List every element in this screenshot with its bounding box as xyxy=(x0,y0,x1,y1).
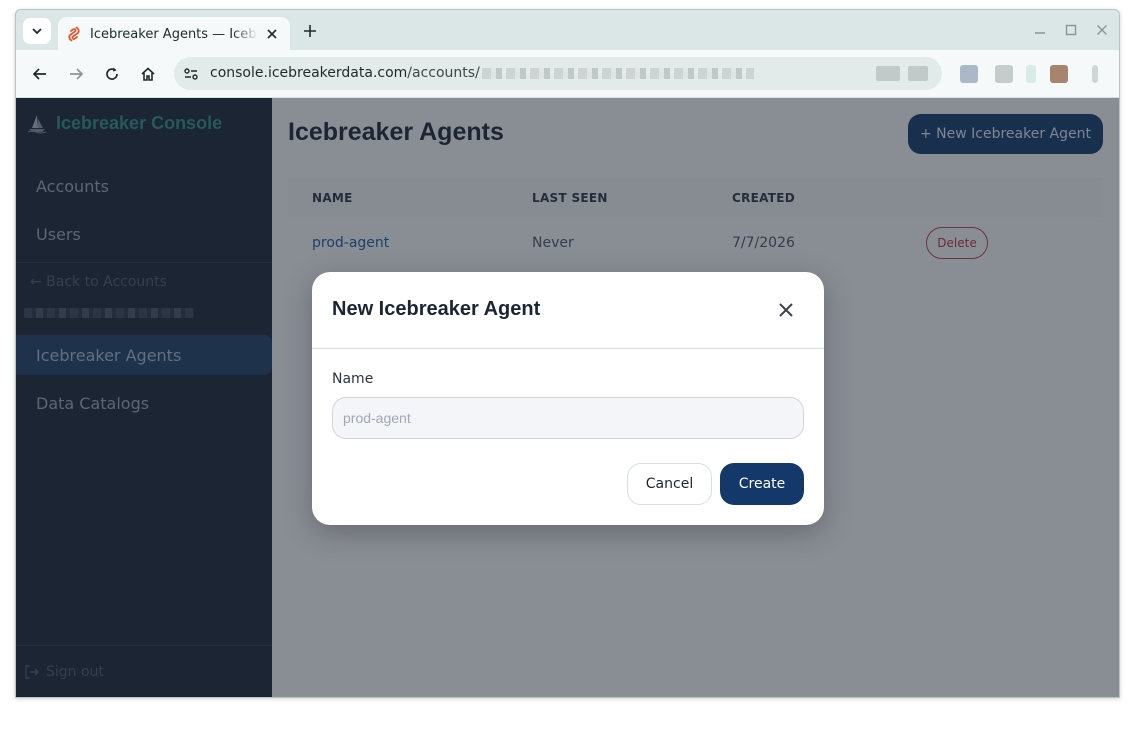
redacted-url-segment xyxy=(481,67,754,79)
maximize-icon[interactable] xyxy=(1063,22,1079,38)
modal-backdrop[interactable]: New Icebreaker Agent Name Cancel Create xyxy=(16,98,1119,697)
new-agent-dialog: New Icebreaker Agent Name Cancel Create xyxy=(312,272,824,525)
profile-avatar[interactable] xyxy=(1050,65,1068,83)
back-arrow-icon[interactable] xyxy=(30,64,50,84)
cancel-button[interactable]: Cancel xyxy=(627,463,712,505)
create-button[interactable]: Create xyxy=(720,463,804,505)
browser-tab[interactable]: Icebreaker Agents — Icebreaker Console xyxy=(58,17,290,51)
tab-title: Icebreaker Agents — Icebreaker Console xyxy=(90,26,258,42)
tab-strip: Icebreaker Agents — Icebreaker Console xyxy=(16,10,1119,51)
browser-window: Icebreaker Agents — Icebreaker Console xyxy=(15,9,1120,698)
redacted-omnibox-icon xyxy=(876,66,900,81)
site-info-icon[interactable] xyxy=(182,65,200,83)
dialog-divider xyxy=(312,348,824,349)
minimize-icon[interactable] xyxy=(1032,22,1048,38)
redacted-omnibox-icon xyxy=(908,66,928,81)
extension-icon[interactable] xyxy=(960,65,978,83)
close-icon[interactable] xyxy=(776,300,796,320)
chevron-down-icon xyxy=(32,28,42,35)
address-bar[interactable]: console.icebreakerdata.com/accounts/ xyxy=(174,57,942,90)
new-tab-icon[interactable] xyxy=(300,21,320,41)
tab-search-button[interactable] xyxy=(23,18,51,44)
url-text: console.icebreakerdata.com/accounts/ xyxy=(210,65,754,81)
name-field-label: Name xyxy=(332,371,374,387)
extension-icon[interactable] xyxy=(1026,65,1036,83)
url-path: /accounts/ xyxy=(407,65,480,81)
url-host: console.icebreakerdata.com xyxy=(210,65,408,81)
agent-name-input[interactable] xyxy=(332,397,804,439)
menu-icon[interactable] xyxy=(1092,65,1098,83)
extension-icon[interactable] xyxy=(995,65,1013,83)
reload-icon[interactable] xyxy=(102,64,122,84)
dialog-title: New Icebreaker Agent xyxy=(332,298,541,320)
forward-arrow-icon[interactable] xyxy=(66,64,86,84)
tab-close-icon[interactable] xyxy=(264,26,280,42)
svelte-favicon-icon xyxy=(66,26,82,42)
browser-toolbar: console.icebreakerdata.com/accounts/ xyxy=(16,50,1119,98)
close-window-icon[interactable] xyxy=(1094,22,1110,38)
home-icon[interactable] xyxy=(138,64,158,84)
